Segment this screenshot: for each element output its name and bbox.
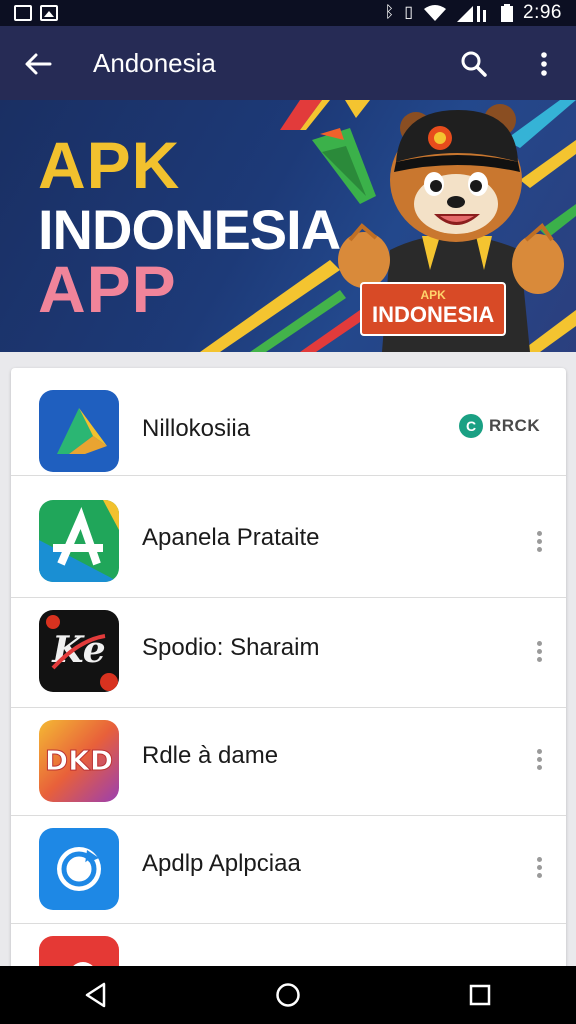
- banner-line-app: APP: [38, 252, 177, 326]
- nav-recents-button[interactable]: [460, 975, 500, 1015]
- banner-line-indonesia: INDONESIA: [38, 198, 341, 261]
- signal-icon: [457, 6, 487, 22]
- install-badge[interactable]: C RRCK: [459, 414, 540, 438]
- drive-triangle-icon: [39, 390, 119, 472]
- clock: 2:96: [523, 2, 562, 23]
- bluetooth-icon: ᛒ: [384, 4, 395, 21]
- nav-home-button[interactable]: [268, 975, 308, 1015]
- badge-logo-icon: C: [459, 414, 483, 438]
- list-item[interactable]: DKD Rdle à dame: [11, 708, 566, 816]
- promo-banner[interactable]: APK INDONESIA APP APK INDONESIA: [0, 100, 576, 352]
- gallery-icon: [14, 5, 32, 21]
- page-title: Andonesia: [93, 48, 216, 78]
- navigation-bar: [0, 966, 576, 1024]
- search-icon: [461, 51, 487, 77]
- vibrate-icon: ▯: [404, 4, 414, 21]
- list-item[interactable]: Apanela Prataite: [11, 490, 566, 598]
- home-circle-icon: [276, 983, 300, 1007]
- app-list: Nillokosiia C RRCK Apanela Prataite Ke S…: [11, 368, 566, 988]
- more-vertical-icon[interactable]: [529, 638, 549, 668]
- image-icon: [40, 5, 58, 21]
- app-name: Apanela Prataite: [142, 524, 320, 551]
- mascot-badge-main: INDONESIA: [372, 302, 495, 327]
- mascot-badge: APK INDONESIA: [360, 282, 507, 336]
- arrow-left-icon: [25, 53, 52, 75]
- list-item[interactable]: Nillokosiia C RRCK: [11, 368, 566, 476]
- status-right: ᛒ ▯ 2:96: [385, 2, 562, 24]
- mascot-badge-top: APK: [420, 288, 446, 302]
- app-bar: Andonesia: [0, 26, 576, 100]
- ke-logo-icon: Ke: [39, 610, 119, 692]
- more-vertical-icon[interactable]: [529, 528, 549, 558]
- search-button[interactable]: [458, 48, 490, 80]
- app-name: Spodio: Sharaim: [142, 634, 320, 661]
- list-item[interactable]: Ke Spodio: Sharaim: [11, 600, 566, 708]
- dkd-logo-icon: DKD: [39, 720, 119, 802]
- back-triangle-icon: [85, 982, 106, 1008]
- more-vertical-icon[interactable]: [529, 854, 549, 884]
- banner-line-apk: APK: [38, 128, 181, 202]
- recents-square-icon: [469, 984, 491, 1006]
- svg-text:Ke: Ke: [51, 629, 105, 671]
- overflow-menu-button[interactable]: [528, 48, 560, 80]
- refresh-circle-icon: [39, 828, 119, 910]
- nav-back-button[interactable]: [76, 975, 116, 1015]
- list-item[interactable]: Apdlp Aplpciaa: [11, 816, 566, 924]
- back-button[interactable]: [22, 48, 54, 80]
- wifi-icon: [424, 5, 447, 21]
- app-name: Apdlp Aplpciaa: [142, 850, 301, 877]
- badge-label: RRCK: [489, 416, 541, 435]
- status-left: [14, 5, 58, 21]
- battery-icon: [501, 4, 514, 22]
- svg-text:DKD: DKD: [45, 744, 113, 777]
- more-vertical-icon: [541, 52, 547, 76]
- app-name: Nillokosiia: [142, 415, 251, 442]
- letter-a-icon: [39, 500, 119, 582]
- status-bar: ᛒ ▯ 2:96: [0, 0, 576, 26]
- more-vertical-icon[interactable]: [529, 746, 549, 776]
- app-name: Rdle à dame: [142, 742, 279, 769]
